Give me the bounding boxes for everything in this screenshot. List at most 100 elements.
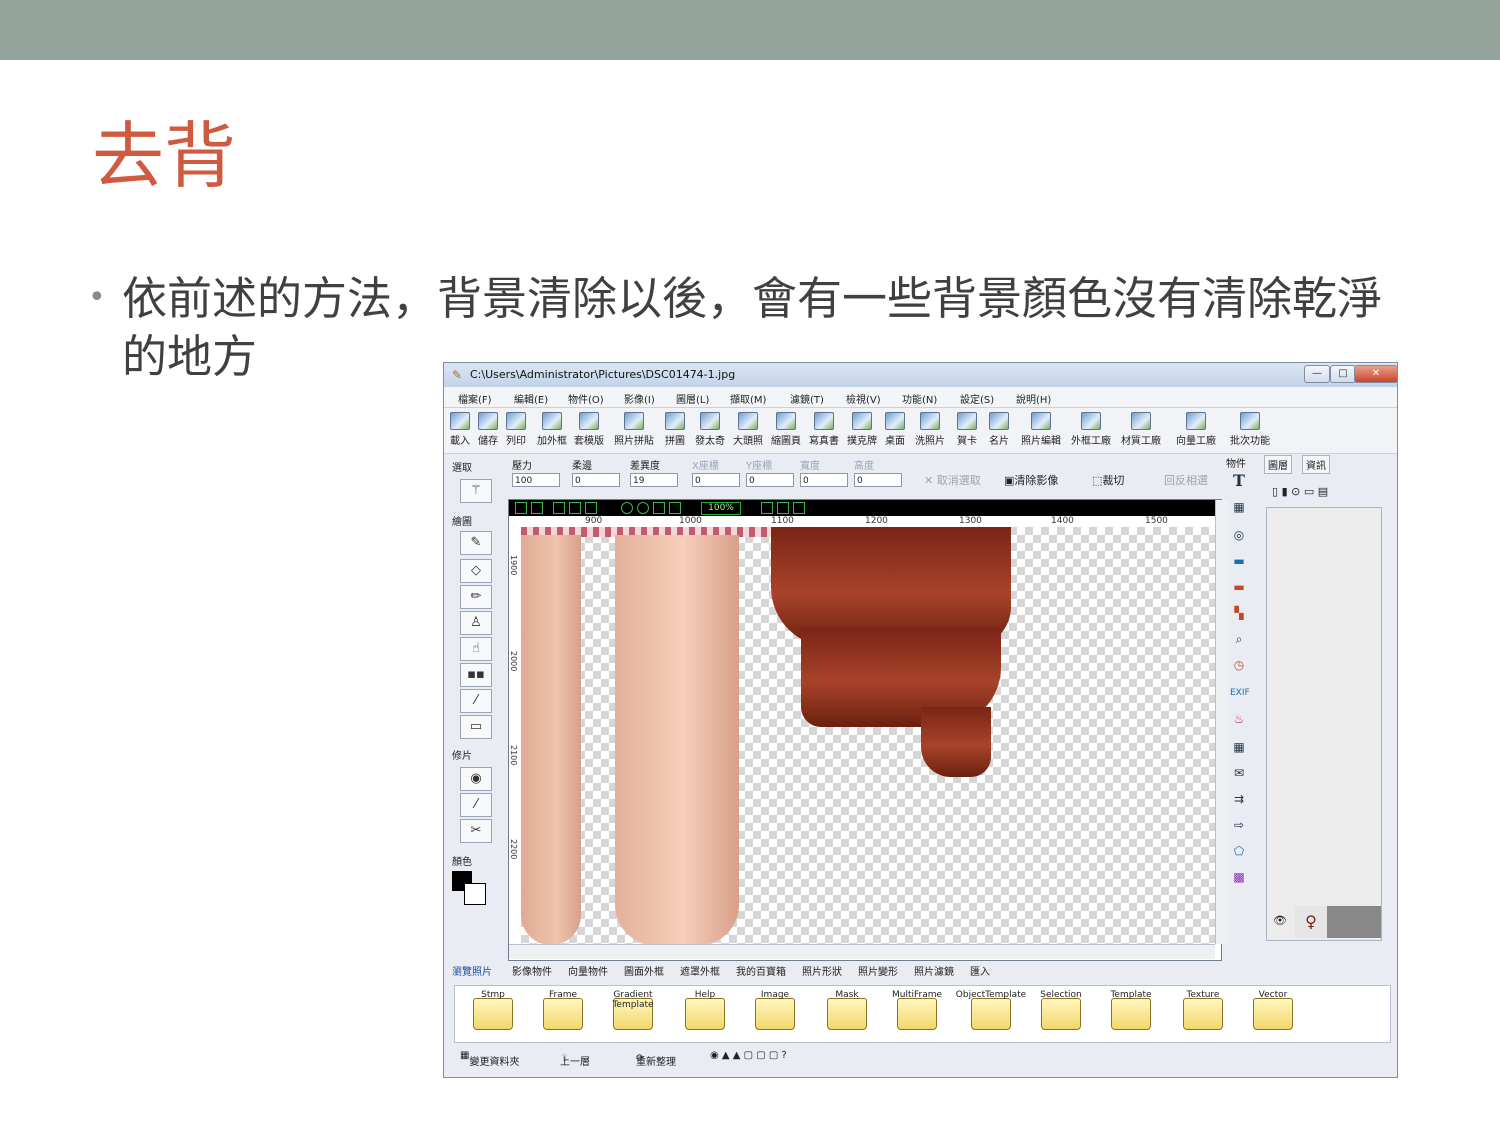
menu-object[interactable]: 物件(O) (568, 391, 604, 406)
view-mode-icons[interactable]: ◉ ▲ ▲ ▢ ▢ ▢ ? (710, 1050, 787, 1061)
tab-image-objects[interactable]: 影像物件 (512, 963, 552, 978)
rectangle-tool[interactable]: ▭ (460, 715, 492, 739)
folder-item[interactable]: Image (743, 990, 807, 1030)
toolbar-vector-factory-button[interactable]: 向量工廠 (1170, 410, 1222, 447)
folder-item[interactable]: Frame (531, 990, 595, 1030)
toolbar-puzzle-button[interactable]: 拼圖 (660, 410, 690, 447)
text-icon[interactable]: T (1230, 473, 1248, 489)
cancel-selection-button[interactable]: ✕ 取消選取 (924, 472, 981, 488)
cut-icon[interactable] (569, 502, 581, 514)
toolbar-collage-button[interactable]: 照片拼貼 (610, 410, 658, 447)
exif-icon[interactable]: EXIF (1230, 685, 1250, 701)
maximize-button[interactable]: □ (1330, 365, 1356, 383)
zoom-out-icon[interactable] (637, 502, 649, 514)
arrows-icon[interactable]: ⇉ (1230, 791, 1248, 807)
folder-item[interactable]: Stmp (461, 990, 525, 1030)
pointer-icon[interactable] (761, 502, 773, 514)
speech-bubble-icon[interactable]: ✉ (1230, 765, 1248, 781)
toolbar-frame-factory-button[interactable]: 外框工廠 (1066, 410, 1116, 447)
layer-options-icon[interactable]: ▤ (1318, 485, 1328, 498)
eraser-tool[interactable]: ◇ (460, 559, 492, 583)
menu-image[interactable]: 影像(I) (624, 391, 655, 406)
toolbar-photo-edit-button[interactable]: 照片編輯 (1016, 410, 1066, 447)
invert-selection-button[interactable]: 回反相選 (1164, 472, 1208, 488)
fit-icon[interactable] (653, 502, 665, 514)
eyedropper-tool[interactable]: ⁄ (460, 689, 492, 713)
tab-vector-objects[interactable]: 向量物件 (568, 963, 608, 978)
menu-function[interactable]: 功能(N) (902, 391, 937, 406)
menu-view[interactable]: 檢視(V) (846, 391, 881, 406)
redo-icon[interactable] (531, 502, 543, 514)
menu-file[interactable]: 檔案(F) (458, 391, 492, 406)
tolerance-input[interactable]: 19 (630, 473, 678, 487)
layer-thumbnail[interactable]: ♀ (1295, 906, 1381, 938)
abc-icon[interactable]: ◎ (1230, 527, 1248, 543)
toolbar-save-button[interactable]: 儲存 (474, 410, 502, 447)
cake-icon[interactable]: ♨ (1230, 711, 1248, 727)
layers-icon[interactable]: ▚ (1230, 605, 1248, 621)
red-eye-tool[interactable]: ◉ (460, 767, 492, 791)
zoom-in-icon[interactable] (621, 502, 633, 514)
tab-photo-warp[interactable]: 照片變形 (858, 963, 898, 978)
gradient-icon[interactable]: ▬ (1230, 579, 1248, 595)
actual-size-icon[interactable] (669, 502, 681, 514)
menu-capture[interactable]: 擷取(M) (730, 391, 766, 406)
y-coord-input[interactable]: 0 (746, 473, 794, 487)
change-folder-button[interactable]: ▦ 變更資料夾 (460, 1050, 519, 1068)
shape-icon[interactable]: ⬠ (1230, 843, 1248, 859)
tab-browse-photos[interactable]: 瀏覽照片 (452, 963, 492, 978)
close-button[interactable]: ✕ (1354, 365, 1397, 383)
tab-photo-filters[interactable]: 照片濾鏡 (914, 963, 954, 978)
folder-item[interactable]: Template (1099, 990, 1163, 1030)
toolbar-photobook-button[interactable]: 寫真書 (806, 410, 842, 447)
toolbar-print-button[interactable]: 列印 (502, 410, 530, 447)
picture-icon[interactable]: ▬ (1230, 553, 1248, 569)
toolbar-load-button[interactable]: 載入 (446, 410, 474, 447)
tab-mask-frames[interactable]: 遮罩外框 (680, 963, 720, 978)
lock-icon[interactable]: ⊙ (1291, 485, 1300, 498)
feather-input[interactable]: 0 (572, 473, 620, 487)
toolbar-poker-button[interactable]: 撲克牌 (844, 410, 880, 447)
stamp-tool[interactable]: ♙ (460, 611, 492, 635)
palette-icon[interactable]: ▩ (1230, 869, 1248, 885)
calendar-icon[interactable]: ▦ (1230, 739, 1248, 755)
new-layer-icon[interactable]: ▯ (1272, 485, 1278, 498)
magnifier-icon[interactable]: ⌕ (1230, 631, 1248, 647)
toolbar-texture-factory-button[interactable]: 材質工廠 (1116, 410, 1166, 447)
width-input[interactable]: 0 (800, 473, 848, 487)
folder-item[interactable]: ObjectTemplate (955, 990, 1027, 1030)
clock-icon[interactable]: ◷ (1230, 657, 1248, 673)
toolbar-business-card-button[interactable]: 名片 (984, 410, 1014, 447)
x-coord-input[interactable]: 0 (692, 473, 740, 487)
minimize-button[interactable]: — (1304, 365, 1330, 383)
toolbar-print-photo-button[interactable]: 洗照片 (912, 410, 948, 447)
folder-item[interactable]: Gradient Template (601, 990, 665, 1030)
toolbar-batch-button[interactable]: 批次功能 (1224, 410, 1276, 447)
image-object-icon[interactable]: ▦ (1230, 499, 1248, 515)
merge-layer-icon[interactable]: ▭ (1304, 485, 1314, 498)
smudge-tool[interactable]: ☝ (460, 637, 492, 661)
menu-settings[interactable]: 設定(S) (960, 391, 994, 406)
visibility-eye-icon[interactable]: 👁 (1273, 914, 1287, 927)
folder-item[interactable]: Mask (815, 990, 879, 1030)
tab-import[interactable]: 匯入 (970, 963, 990, 978)
folder-item[interactable]: Help (673, 990, 737, 1030)
delete-layer-icon[interactable]: ▮ (1282, 485, 1288, 498)
clear-image-button[interactable]: ▣清除影像 (1004, 472, 1058, 488)
toolbar-template-button[interactable]: 套模版 (571, 410, 607, 447)
folder-item[interactable]: MultiFrame (885, 990, 949, 1030)
clone-tool[interactable]: ✂ (460, 819, 492, 843)
menu-filter[interactable]: 濾鏡(T) (790, 391, 824, 406)
tab-treasure-box[interactable]: 我的百寶箱 (736, 963, 786, 978)
arrow-right-icon[interactable]: ⇨ (1230, 817, 1248, 833)
tab-layers[interactable]: 圖層 (1264, 455, 1292, 474)
tab-info[interactable]: 資訊 (1302, 455, 1330, 474)
horizontal-scrollbar[interactable] (509, 944, 1215, 959)
menu-edit[interactable]: 編輯(E) (514, 391, 548, 406)
image-canvas[interactable] (521, 527, 1215, 944)
magic-wand-tool[interactable]: ⚚ (460, 479, 492, 503)
undo-icon[interactable] (515, 502, 527, 514)
folder-item[interactable]: Vector (1241, 990, 1305, 1030)
menu-layer[interactable]: 圖層(L) (676, 391, 709, 406)
tab-photo-shapes[interactable]: 照片形狀 (802, 963, 842, 978)
